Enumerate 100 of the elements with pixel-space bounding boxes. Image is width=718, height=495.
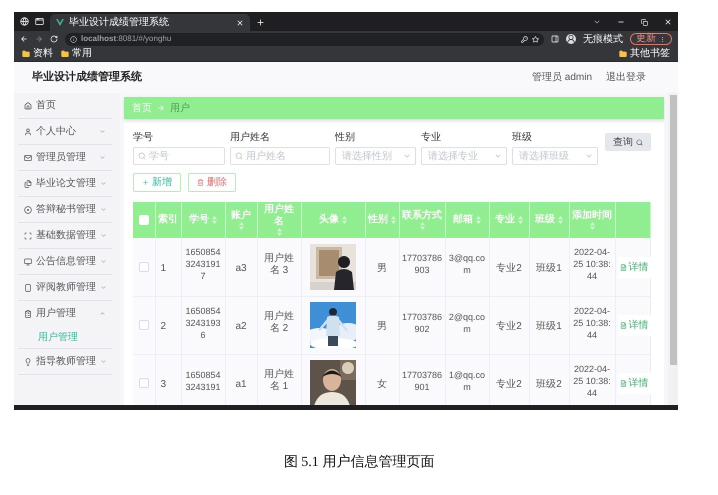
figure-caption: 图 5.1 用户信息管理页面 <box>282 453 436 472</box>
checkbox[interactable] <box>138 320 149 330</box>
chevron-down-icon <box>585 152 593 160</box>
document-icon <box>620 380 626 387</box>
sidebar-item[interactable]: 评阅教师管理 <box>18 275 112 300</box>
bookmark[interactable]: 资料 <box>22 49 53 59</box>
trash-icon <box>197 179 204 186</box>
browser-tab[interactable]: 毕业设计成绩管理系统 <box>50 14 250 31</box>
filter-label: 性别 <box>335 133 356 143</box>
table-cell-text: 2 <box>160 321 168 333</box>
chevron-down-icon <box>100 206 107 213</box>
table-cell-text: 16508543243193 6 <box>184 304 222 340</box>
phone-icon <box>24 284 32 292</box>
table-cell-text: 16508543243191 7 <box>184 246 222 282</box>
column-header: 邮箱 <box>453 214 473 226</box>
chevron-down-icon <box>100 358 107 365</box>
window-icon[interactable] <box>35 17 44 26</box>
table-cell: 女 <box>377 379 387 391</box>
table-cell: 17703786902 <box>402 310 442 334</box>
column-header: 班级 <box>535 214 555 226</box>
table-cell: a2 <box>235 321 247 333</box>
column-header: 账户 <box>231 210 251 222</box>
table-cell: 17703786903 <box>402 252 442 276</box>
select-field[interactable]: 请选择班级 <box>512 147 598 165</box>
search-icon <box>636 138 643 146</box>
sidebar-item[interactable]: 公告信息管理 <box>18 249 112 274</box>
sidebar-item[interactable]: 个人中心 <box>18 119 112 144</box>
column-header: 头像 <box>319 214 339 226</box>
table-cell: 男 <box>377 262 387 275</box>
sidebar-item[interactable]: 用户管理 <box>18 301 112 326</box>
forward-icon[interactable] <box>35 35 43 43</box>
column-header: 性别 <box>368 214 388 226</box>
close-icon[interactable] <box>236 18 244 26</box>
close-icon[interactable] <box>664 18 672 26</box>
folder-icon <box>61 50 69 58</box>
chevron-down-icon[interactable] <box>593 18 601 26</box>
checkbox[interactable] <box>138 378 149 388</box>
person-icon <box>24 128 32 136</box>
document-icon <box>620 322 626 329</box>
table-cell: 2@qq.com <box>448 310 486 334</box>
chevron-up-icon <box>99 310 106 317</box>
profile-icon[interactable] <box>566 34 576 44</box>
reload-icon[interactable] <box>50 35 58 43</box>
search-icon <box>235 152 243 160</box>
table-cell: 专业2 <box>496 379 522 391</box>
sidebar-item[interactable]: 毕业论文管理 <box>18 171 112 196</box>
side-panel-icon[interactable] <box>551 35 559 43</box>
update-button[interactable]: 更新 <box>630 33 672 45</box>
chevron-down-icon <box>100 180 107 187</box>
sidebar-item[interactable]: 管理员管理 <box>18 145 112 170</box>
new-tab-icon[interactable] <box>256 18 265 27</box>
key-icon[interactable] <box>521 36 528 42</box>
chevron-down-icon <box>100 258 107 265</box>
table-cell: 17703786901 <box>402 368 442 392</box>
checkbox[interactable] <box>138 262 149 272</box>
table-cell-text: 2022-04-25 10:38:44 <box>572 362 612 398</box>
table-cell-text: 2022-04-25 10:38:44 <box>572 304 612 340</box>
star-icon[interactable] <box>532 36 539 42</box>
table-cell: 1@qq.com <box>448 368 486 392</box>
filter-label: 专业 <box>421 133 442 143</box>
sidebar-item[interactable]: 首页 <box>18 93 112 118</box>
arrow-icon <box>157 104 165 112</box>
table-cell-text: 用户姓名 1 <box>263 369 295 393</box>
restore-icon[interactable] <box>641 19 648 26</box>
search-button[interactable]: 查询 <box>605 133 651 151</box>
sidebar-item[interactable]: 基础数据管理 <box>18 223 112 248</box>
search-field[interactable]: 学号 <box>133 147 225 165</box>
table-cell-text: 3 <box>160 379 168 391</box>
column-header: 用户姓名 <box>263 204 295 228</box>
back-icon[interactable] <box>20 35 28 43</box>
bookmark[interactable]: 其他书签 <box>619 49 670 59</box>
globe-icon[interactable] <box>20 17 29 26</box>
sidebar-item[interactable]: 指导教师管理 <box>18 349 112 374</box>
table-cell: a3 <box>235 262 247 275</box>
scan-frame-icon <box>24 232 32 240</box>
chevron-down-icon <box>100 284 107 291</box>
chevron-down-icon <box>99 128 106 135</box>
table-cell: 专业2 <box>496 262 522 275</box>
profile-label: 无痕模式 <box>583 32 623 46</box>
lightbulb-icon <box>24 358 32 366</box>
address-field[interactable]: localhost:8081/#/yonghu <box>65 32 544 46</box>
select-field[interactable]: 请选择专业 <box>421 147 507 165</box>
folder-icon <box>22 50 30 58</box>
table-cell: 男 <box>377 321 387 333</box>
folder-icon <box>619 50 627 58</box>
search-field[interactable]: 用户姓名 <box>230 147 330 165</box>
bookmark[interactable]: 常用 <box>61 49 92 59</box>
logout-link[interactable]: 退出登录 <box>606 70 646 85</box>
table-cell-text: 用户姓名 3 <box>263 252 295 277</box>
select-field[interactable]: 请选择性别 <box>335 147 416 165</box>
monitor-icon <box>24 258 32 266</box>
document-icon <box>620 264 626 271</box>
chevron-down-icon <box>403 152 411 160</box>
table-cell: 班级1 <box>536 321 562 333</box>
more-icon <box>659 36 666 42</box>
column-header: 专业 <box>495 214 515 226</box>
table-cell: 班级1 <box>536 262 562 275</box>
table-cell: 班级2 <box>536 379 562 391</box>
filter-label: 班级 <box>512 133 533 143</box>
sidebar-item[interactable]: 答辩秘书管理 <box>18 197 112 222</box>
